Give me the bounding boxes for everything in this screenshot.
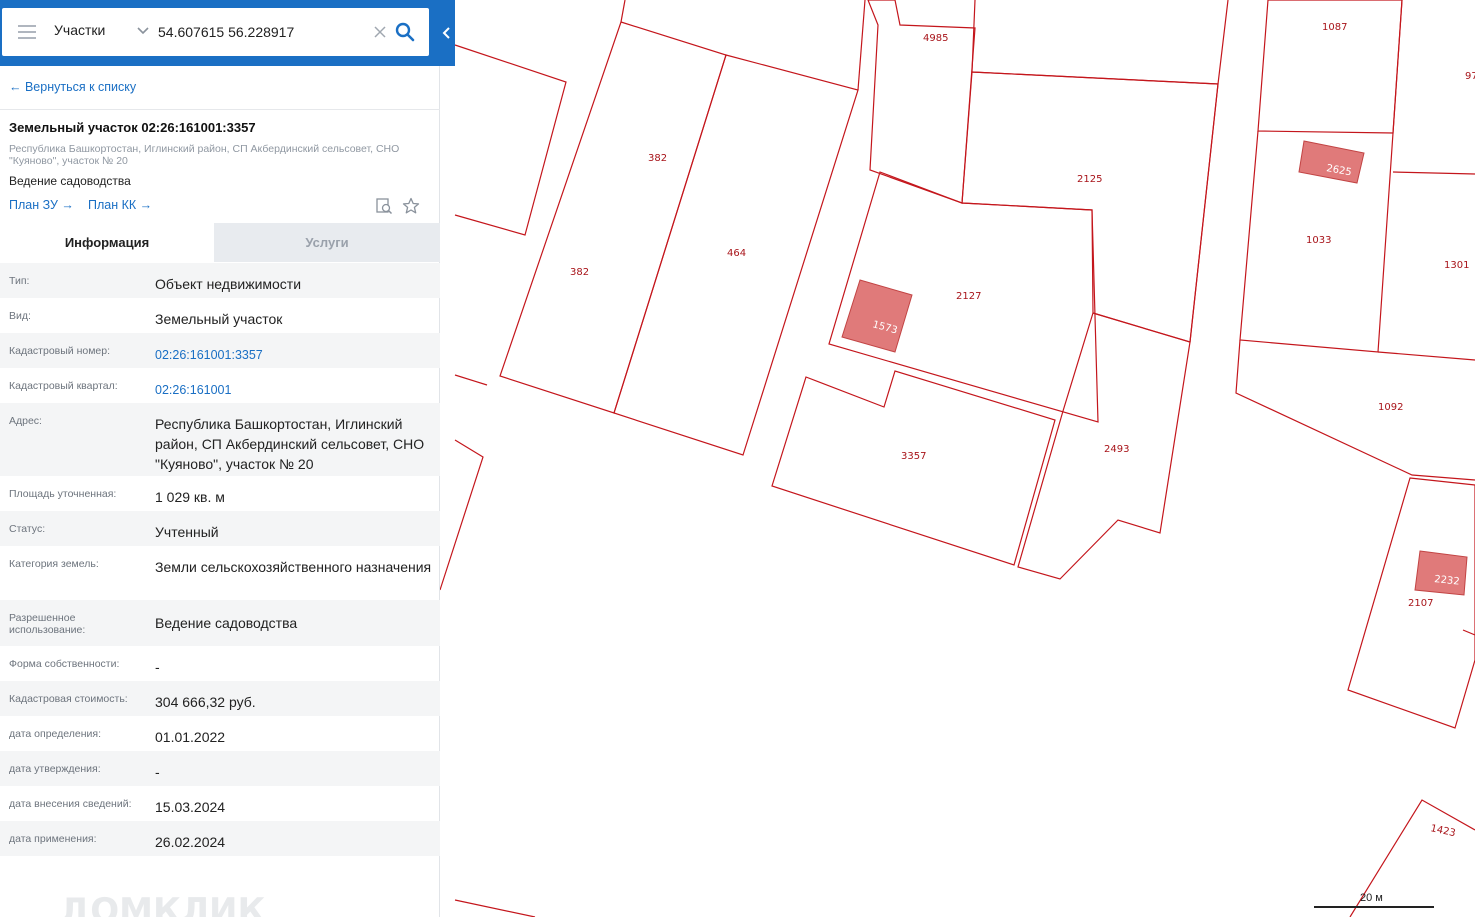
- collapse-panel-button[interactable]: [437, 0, 455, 66]
- info-row-application-date: дата применения: 26.02.2024: [0, 821, 440, 856]
- row-value: Объект недвижимости: [155, 276, 302, 292]
- info-row-permitted-use: Разрешенное использование: Ведение садов…: [0, 600, 440, 646]
- cadastral-number-link[interactable]: 02:26:161001:3357: [155, 345, 435, 365]
- row-label: Кадастровая стоимость:: [9, 693, 128, 705]
- star-icon[interactable]: [402, 197, 420, 215]
- info-row-address: Адрес: Республика Башкортостан, Иглински…: [0, 403, 440, 476]
- info-row-status: Статус: Учтенный: [0, 511, 440, 546]
- plot-label: 2125: [1077, 174, 1102, 185]
- info-table: Тип: Объект недвижимости Вид: Земельный …: [0, 263, 440, 856]
- info-row-ownership: Форма собственности: -: [0, 646, 440, 681]
- plan-zu-link[interactable]: План ЗУ →: [9, 198, 74, 212]
- divider: [0, 109, 440, 110]
- parcel-title: Земельный участок 02:26:161001:3357: [9, 120, 256, 135]
- chevron-left-icon: [442, 27, 450, 39]
- row-label: дата определения:: [9, 728, 102, 740]
- row-value: 26.02.2024: [155, 834, 226, 850]
- row-label: Площадь уточненная:: [9, 488, 117, 500]
- plot-label: 1033: [1306, 235, 1331, 246]
- row-value: 1 029 кв. м: [155, 489, 225, 505]
- plan-kk-link[interactable]: План КК →: [88, 198, 152, 212]
- row-value: Республика Башкортостан, Иглинский район…: [155, 416, 425, 472]
- row-label: дата применения:: [9, 833, 97, 845]
- row-value: Земельный участок: [155, 311, 283, 327]
- back-to-list-link[interactable]: ← Вернуться к списку: [9, 80, 136, 94]
- plot-label: 2493: [1104, 444, 1129, 455]
- chevron-down-icon[interactable]: [136, 24, 150, 38]
- row-label: Вид:: [9, 310, 31, 322]
- document-search-icon[interactable]: [375, 197, 393, 215]
- row-value: 304 666,32 руб.: [155, 694, 256, 710]
- search-icon[interactable]: [395, 22, 415, 42]
- row-value: -: [155, 659, 160, 675]
- row-value: Ведение садоводства: [155, 615, 298, 631]
- buildings: [841, 140, 1468, 596]
- panel-tabs: Информация Услуги: [0, 223, 440, 262]
- search-input[interactable]: [158, 20, 363, 44]
- row-label: Разрешенное использование:: [9, 612, 86, 636]
- close-icon[interactable]: [373, 25, 387, 39]
- row-value: Земли сельскохозяйственного назначения: [155, 559, 432, 575]
- info-row-approval-date: дата утверждения: -: [0, 751, 440, 786]
- search-bar: Участки: [0, 0, 455, 66]
- plot-label: 97: [1465, 71, 1475, 82]
- plot-label: 1092: [1378, 402, 1403, 413]
- info-row-entry-date: дата внесения сведений: 15.03.2024: [0, 786, 440, 821]
- plot-label: 4985: [923, 33, 948, 44]
- info-row-determination-date: дата определения: 01.01.2022: [0, 716, 440, 751]
- row-label: дата внесения сведений:: [9, 798, 132, 810]
- row-label: Тип:: [9, 275, 30, 287]
- info-row-type: Тип: Объект недвижимости: [0, 263, 440, 298]
- scale-bar: [1314, 906, 1434, 908]
- info-row-land-category: Категория земель: Земли сельскохозяйстве…: [0, 546, 440, 600]
- app-root: 382 382 464 4985 2125 2127 3357 2493 108…: [0, 0, 1475, 917]
- menu-icon[interactable]: [18, 25, 36, 39]
- info-row-cadastral-value: Кадастровая стоимость: 304 666,32 руб.: [0, 681, 440, 716]
- row-label: Кадастровый номер:: [9, 345, 111, 357]
- cadastral-quarter-link[interactable]: 02:26:161001: [155, 380, 435, 400]
- plot-label: 382: [648, 153, 667, 164]
- scale-label: 20 м: [1360, 892, 1383, 904]
- row-value: 15.03.2024: [155, 799, 226, 815]
- building-labels: 1573 2625 2232: [871, 163, 1460, 588]
- plot-label: 3357: [901, 451, 926, 462]
- parcel-address: Республика Башкортостан, Иглинский район…: [9, 143, 400, 167]
- map-scale: 20 м: [1314, 892, 1434, 912]
- row-label: Категория земель:: [9, 558, 99, 570]
- row-label: Кадастровый квартал:: [9, 380, 118, 392]
- layer-select[interactable]: Участки: [54, 22, 105, 42]
- info-row-kind: Вид: Земельный участок: [0, 298, 440, 333]
- plot-label: 2127: [956, 291, 981, 302]
- row-value: Учтенный: [155, 524, 219, 540]
- plot-label: 1423: [1429, 823, 1456, 839]
- tab-services[interactable]: Услуги: [214, 223, 440, 262]
- row-label: Статус:: [9, 523, 46, 535]
- info-row-area: Площадь уточненная: 1 029 кв. м: [0, 476, 440, 511]
- row-label: Форма собственности:: [9, 658, 120, 670]
- plot-labels: 382 382 464 4985 2125 2127 3357 2493 108…: [570, 22, 1475, 839]
- info-panel: ← Вернуться к списку Земельный участок 0…: [0, 66, 440, 917]
- row-label: Адрес:: [9, 415, 42, 427]
- search-box: Участки: [2, 8, 429, 56]
- plot-label: 464: [727, 248, 746, 259]
- row-value: 01.01.2022: [155, 729, 226, 745]
- row-value: -: [155, 764, 160, 780]
- plot-label: 1301: [1444, 260, 1469, 271]
- plot-boundaries: [439, 0, 1475, 917]
- plot-label: 1087: [1322, 22, 1347, 33]
- watermark-logo: ДОМКЛИК: [60, 891, 266, 917]
- tab-information[interactable]: Информация: [0, 223, 214, 262]
- plot-label: 2107: [1408, 598, 1433, 609]
- parcel-use: Ведение садоводства: [9, 174, 131, 188]
- row-label: дата утверждения:: [9, 763, 101, 775]
- info-row-cadastral-number: Кадастровый номер: 02:26:161001:3357: [0, 333, 440, 368]
- info-row-cadastral-quarter: Кадастровый квартал: 02:26:161001: [0, 368, 440, 403]
- plot-label: 382: [570, 267, 589, 278]
